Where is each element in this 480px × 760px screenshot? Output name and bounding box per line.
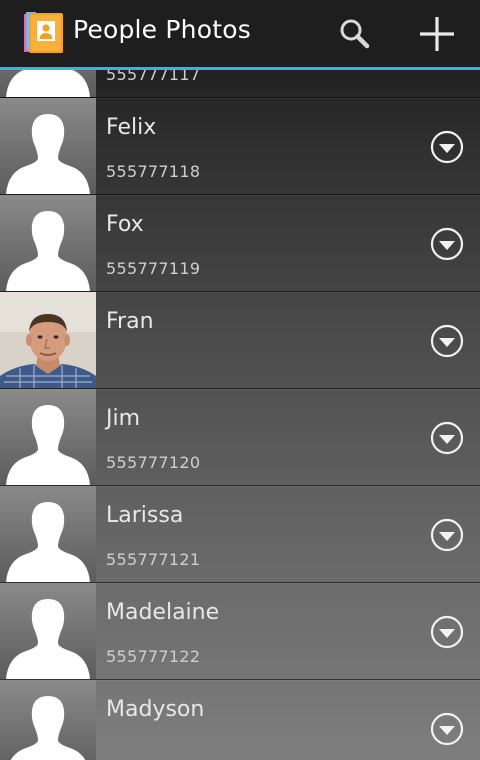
contact-name: Madelaine: [106, 600, 220, 625]
contact-phone: 555777119: [106, 259, 201, 278]
chevron-down-icon[interactable]: [430, 518, 464, 552]
default-avatar-icon: [0, 389, 96, 485]
default-avatar-icon: [0, 195, 96, 291]
contact-row[interactable]: Madyson: [0, 680, 480, 760]
chevron-down-icon[interactable]: [430, 130, 464, 164]
contact-phone: 555777121: [106, 550, 201, 569]
default-avatar-icon: [0, 680, 96, 760]
contact-photo: [0, 292, 96, 388]
plus-icon: [420, 17, 454, 51]
contact-phone: 555777120: [106, 453, 201, 472]
contact-row[interactable]: Felix 555777118: [0, 98, 480, 195]
action-bar: People Photos: [0, 0, 480, 70]
contact-name: Madyson: [106, 697, 205, 722]
contact-name: Fox: [106, 212, 144, 237]
search-icon: [340, 19, 370, 49]
chevron-down-icon[interactable]: [430, 324, 464, 358]
contact-row[interactable]: Madelaine 555777122: [0, 583, 480, 680]
contact-row[interactable]: Larissa 555777121: [0, 486, 480, 583]
add-contact-button[interactable]: [411, 8, 463, 60]
contact-phone: 555777118: [106, 162, 201, 181]
chevron-down-icon[interactable]: [430, 615, 464, 649]
contact-phone: 555777122: [106, 647, 201, 666]
contact-row[interactable]: Fran: [0, 292, 480, 389]
chevron-down-icon[interactable]: [430, 712, 464, 746]
contacts-book-icon[interactable]: [20, 10, 66, 56]
search-button[interactable]: [328, 8, 380, 60]
default-avatar-icon: [0, 583, 96, 679]
contact-name: Fran: [106, 309, 154, 334]
app-title: People Photos: [73, 15, 251, 44]
contact-name: Jim: [106, 406, 141, 431]
default-avatar-icon: [0, 486, 96, 582]
contact-list: 555777117 Felix 555777118 Fox 555777119 …: [0, 1, 480, 760]
contact-row[interactable]: Jim 555777120: [0, 389, 480, 486]
contact-row[interactable]: Fox 555777119: [0, 195, 480, 292]
contact-name: Felix: [106, 115, 157, 140]
contact-name: Larissa: [106, 503, 184, 528]
default-avatar-icon: [0, 98, 96, 194]
chevron-down-icon[interactable]: [430, 421, 464, 455]
chevron-down-icon[interactable]: [430, 227, 464, 261]
